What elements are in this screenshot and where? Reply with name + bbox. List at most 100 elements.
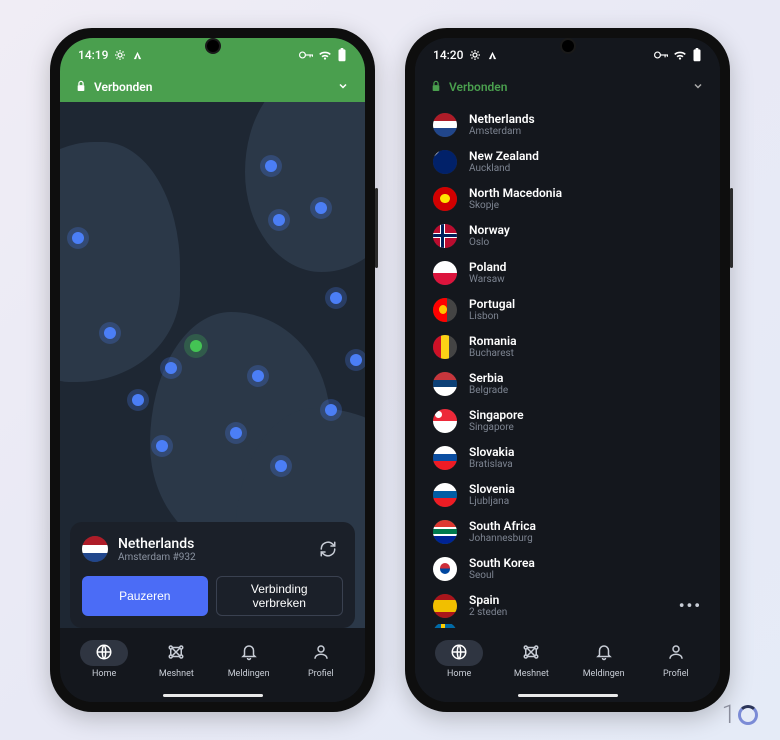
nav-profile[interactable]: Profiel <box>640 636 712 683</box>
country-name: Norway <box>469 223 510 237</box>
country-sub: Lisbon <box>469 311 515 322</box>
country-row[interactable]: North MacedoniaSkopje <box>415 180 720 217</box>
lock-icon <box>76 80 86 95</box>
flag-icon-sk <box>433 446 457 470</box>
nav-label: Profiel <box>308 669 334 679</box>
profile-icon <box>312 643 330 664</box>
map-node[interactable] <box>315 202 327 214</box>
country-list[interactable]: NetherlandsAmsterdamNew ZealandAucklandN… <box>415 102 720 628</box>
disconnect-button[interactable]: Verbinding verbreken <box>216 576 344 616</box>
nav-home[interactable]: Home <box>68 636 140 683</box>
country-sub: Seoul <box>469 570 535 581</box>
map-node[interactable] <box>275 460 287 472</box>
pause-button[interactable]: Pauzeren <box>82 576 208 616</box>
status-battery-icon <box>337 48 347 62</box>
country-name: Slovakia <box>469 445 514 459</box>
map-node[interactable] <box>165 362 177 374</box>
map-node[interactable] <box>325 404 337 416</box>
nav-meshnet[interactable]: Meshnet <box>495 636 567 683</box>
chevron-down-icon <box>337 80 349 95</box>
connection-header[interactable]: Verbonden <box>60 72 365 102</box>
profile-icon <box>667 643 685 664</box>
nav-label: Meldingen <box>228 669 270 679</box>
nav-notifications[interactable]: Meldingen <box>568 636 640 683</box>
globe-icon <box>95 643 113 664</box>
country-name: Netherlands <box>469 112 535 126</box>
country-row[interactable]: PortugalLisbon <box>415 291 720 328</box>
nav-label: Profiel <box>663 669 689 679</box>
nav-notifications[interactable]: Meldingen <box>213 636 285 683</box>
nav-profile[interactable]: Profiel <box>285 636 357 683</box>
flag-icon-za <box>433 520 457 544</box>
flag-icon-no <box>433 224 457 248</box>
country-name: Poland <box>469 260 506 274</box>
connection-card: Netherlands Amsterdam #932 Pauzeren Verb… <box>70 522 355 628</box>
map-node[interactable] <box>273 214 285 226</box>
more-icon[interactable]: ••• <box>679 596 702 615</box>
country-name: South Korea <box>469 556 535 570</box>
status-app-icon <box>114 49 126 61</box>
country-row[interactable]: Spain2 steden••• <box>415 587 720 624</box>
country-name: Romania <box>469 334 517 348</box>
country-row[interactable]: South KoreaSeoul <box>415 550 720 587</box>
nav-label: Meldingen <box>583 669 625 679</box>
country-row[interactable]: NetherlandsAmsterdam <box>415 106 720 143</box>
flag-icon-kr <box>433 557 457 581</box>
map-node[interactable] <box>252 370 264 382</box>
flag-icon-mk <box>433 187 457 211</box>
bottom-nav: Home Meshnet Meldingen Profiel <box>60 628 365 702</box>
nav-home[interactable]: Home <box>423 636 495 683</box>
connected-server: Amsterdam #932 <box>118 552 196 563</box>
country-row[interactable]: SloveniaLjubljana <box>415 476 720 513</box>
country-row[interactable]: South AfricaJohannesburg <box>415 513 720 550</box>
mesh-icon <box>167 643 185 664</box>
country-name: Spain <box>469 593 507 607</box>
map-node[interactable] <box>330 292 342 304</box>
flag-icon-sg <box>433 409 457 433</box>
flag-icon-rs <box>433 372 457 396</box>
nav-meshnet[interactable]: Meshnet <box>140 636 212 683</box>
status-wifi-icon <box>318 49 332 61</box>
status-time: 14:19 <box>78 48 108 62</box>
nav-label: Meshnet <box>514 669 549 679</box>
reconnect-button[interactable] <box>313 534 343 564</box>
country-name: Serbia <box>469 371 508 385</box>
watermark: 1 <box>722 700 758 730</box>
flag-icon-pl <box>433 261 457 285</box>
map-node[interactable] <box>156 440 168 452</box>
country-sub: Bratislava <box>469 459 514 470</box>
flag-icon-es <box>433 594 457 618</box>
country-name: Portugal <box>469 297 515 311</box>
country-name: South Africa <box>469 519 536 533</box>
country-row[interactable]: RomaniaBucharest <box>415 328 720 365</box>
country-name: Singapore <box>469 408 524 422</box>
map-node[interactable] <box>104 327 116 339</box>
country-sub: Ljubljana <box>469 496 515 507</box>
flag-icon-pt <box>433 298 457 322</box>
map-node[interactable] <box>132 394 144 406</box>
map-node[interactable] <box>265 160 277 172</box>
map-node[interactable] <box>72 232 84 244</box>
map-node[interactable] <box>230 427 242 439</box>
globe-icon <box>450 643 468 664</box>
country-sub: Amsterdam <box>469 126 535 137</box>
country-row[interactable]: SingaporeSingapore <box>415 402 720 439</box>
flag-icon-si <box>433 483 457 507</box>
map-node-active[interactable] <box>190 340 202 352</box>
country-name: New Zealand <box>469 149 539 163</box>
status-vpn-icon <box>132 50 143 61</box>
connection-header[interactable]: Verbonden <box>415 72 720 102</box>
bell-icon <box>595 643 613 664</box>
map-node[interactable] <box>350 354 362 366</box>
country-sub: Johannesburg <box>469 533 536 544</box>
country-row[interactable]: SlovakiaBratislava <box>415 439 720 476</box>
country-row[interactable]: NorwayOslo <box>415 217 720 254</box>
bell-icon <box>240 643 258 664</box>
nav-label: Meshnet <box>159 669 194 679</box>
country-row[interactable]: SerbiaBelgrade <box>415 365 720 402</box>
gesture-home-indicator <box>518 694 618 697</box>
country-sub: Singapore <box>469 422 524 433</box>
status-wifi-icon <box>673 49 687 61</box>
country-row[interactable]: New ZealandAuckland <box>415 143 720 180</box>
country-row[interactable]: PolandWarsaw <box>415 254 720 291</box>
